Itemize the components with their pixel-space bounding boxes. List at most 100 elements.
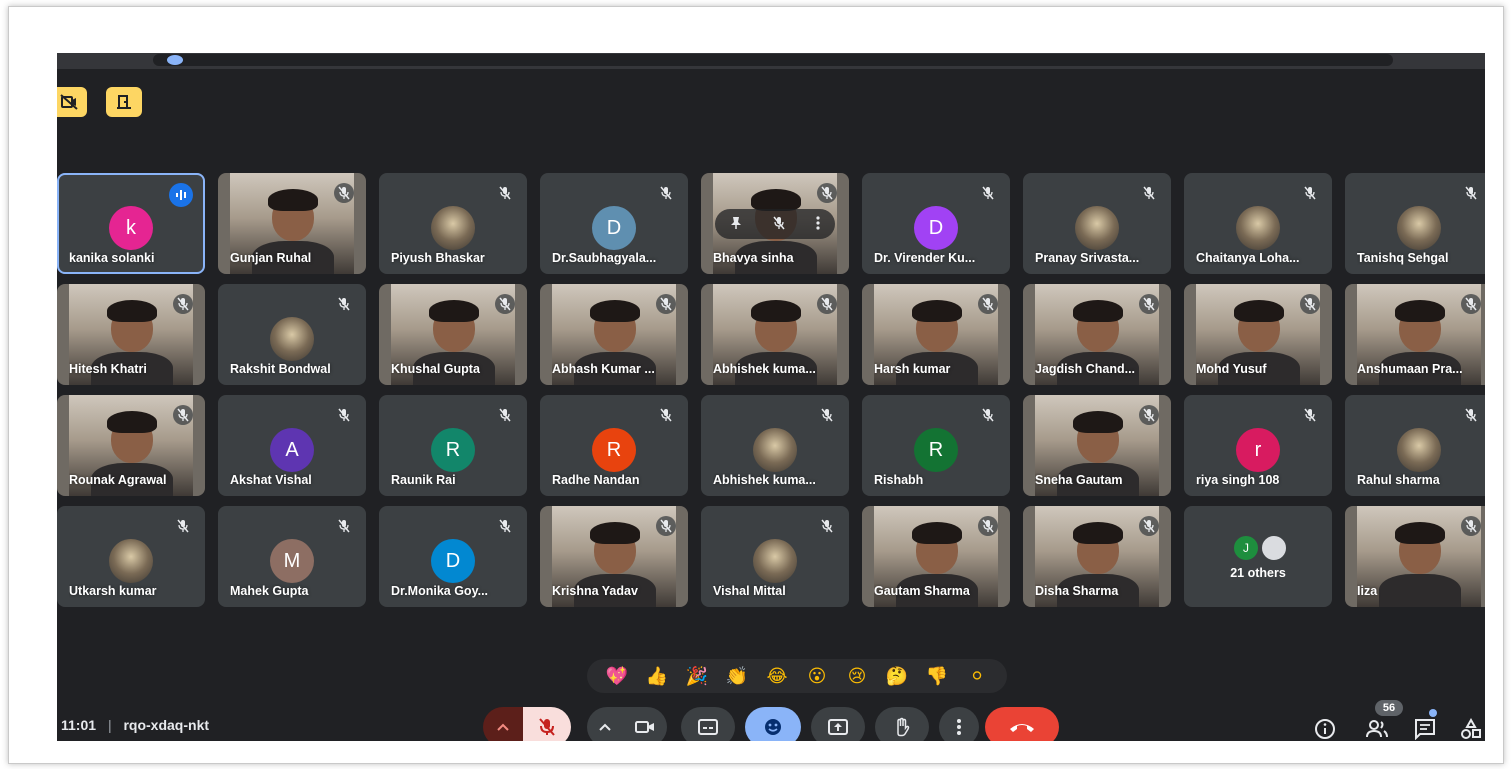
mic-off-icon [660, 297, 672, 311]
others-tile[interactable]: J 21 others [1184, 506, 1332, 607]
participant-tile[interactable]: Pranay Srivasta... [1023, 173, 1171, 274]
chat-notification-dot [1429, 709, 1437, 717]
participant-tile[interactable]: Gunjan Ruhal [218, 173, 366, 274]
participant-tile[interactable]: Abhash Kumar ... [540, 284, 688, 385]
person-hair [107, 300, 157, 322]
participant-tile[interactable]: Sneha Gautam [1023, 395, 1171, 496]
more-options-button[interactable] [939, 707, 979, 741]
participant-tile[interactable]: D Dr.Monika Goy... [379, 506, 527, 607]
avatar-photo [1397, 206, 1441, 250]
activities-button[interactable] [1455, 713, 1485, 741]
participant-tile[interactable]: R Radhe Nandan [540, 395, 688, 496]
camera-off-notice-button[interactable] [57, 87, 87, 117]
raise-hand-button[interactable] [875, 707, 929, 741]
participant-name: Vishal Mittal [713, 584, 786, 598]
send-reaction-button[interactable] [745, 707, 801, 741]
participant-tile[interactable]: Mohd Yusuf [1184, 284, 1332, 385]
participant-tile[interactable]: Anshumaan Pra... [1345, 284, 1485, 385]
person-hair [1073, 300, 1123, 322]
chat-button[interactable] [1409, 713, 1441, 741]
mic-muted-indicator [334, 294, 354, 314]
mic-off-icon [982, 408, 994, 422]
participant-tile[interactable]: A Akshat Vishal [218, 395, 366, 496]
present-now-button[interactable] [811, 707, 865, 741]
mic-off-icon [177, 408, 189, 422]
emoji-icon [765, 719, 781, 735]
participant-tile[interactable]: Piyush Bhaskar [379, 173, 527, 274]
avatar-initial: k [109, 206, 153, 250]
reaction-emoji[interactable]: ⚪ [964, 663, 990, 689]
mic-options-button[interactable] [483, 707, 523, 741]
camera-off-icon [60, 94, 78, 110]
pin-icon[interactable] [730, 216, 742, 233]
participant-tile[interactable]: Utkarsh kumar [57, 506, 205, 607]
chevron-up-icon [497, 723, 509, 731]
participant-tile[interactable]: Jagdish Chand... [1023, 284, 1171, 385]
microphone-button[interactable] [523, 707, 571, 741]
reaction-emoji[interactable]: 👍 [644, 663, 670, 689]
mic-off-icon [982, 186, 994, 200]
show-everyone-button[interactable] [1361, 713, 1393, 741]
reaction-emoji[interactable]: 👏 [724, 663, 750, 689]
participant-tile[interactable]: D Dr.Saubhagyala... [540, 173, 688, 274]
mic-muted-indicator [1461, 294, 1481, 314]
site-icon [167, 55, 183, 65]
mic-off-icon [1465, 186, 1477, 200]
participant-tile[interactable]: Harsh kumar [862, 284, 1010, 385]
reaction-emoji[interactable]: 🎉 [684, 663, 710, 689]
mic-off-icon [1304, 297, 1316, 311]
reaction-emoji[interactable]: 🤔 [884, 663, 910, 689]
camera-options-button[interactable] [587, 707, 623, 741]
participant-name: Jagdish Chand... [1035, 362, 1136, 376]
participant-tile[interactable]: Tanishq Sehgal [1345, 173, 1485, 274]
avatar-photo [109, 539, 153, 583]
participant-tile[interactable]: Bhavya sinha [701, 173, 849, 274]
participant-tile[interactable]: M Mahek Gupta [218, 506, 366, 607]
reaction-emoji[interactable]: 😂 [764, 663, 790, 689]
participant-name: Pranay Srivasta... [1035, 251, 1140, 265]
participant-tile[interactable]: Krishna Yadav [540, 506, 688, 607]
participant-tile[interactable]: Disha Sharma [1023, 506, 1171, 607]
participant-tile[interactable]: Vishal Mittal [701, 506, 849, 607]
participant-tile[interactable]: Abhishek kuma... [701, 284, 849, 385]
participant-name: Chaitanya Loha... [1196, 251, 1300, 265]
participant-tile[interactable]: R Rishabh [862, 395, 1010, 496]
reaction-emoji[interactable]: 👎 [924, 663, 950, 689]
captions-button[interactable] [681, 707, 735, 741]
participant-tile[interactable]: r riya singh 108 [1184, 395, 1332, 496]
participant-tile[interactable]: Gautam Sharma [862, 506, 1010, 607]
reaction-emoji[interactable]: 😮 [804, 663, 830, 689]
avatar-initial: D [431, 539, 475, 583]
camera-button[interactable] [623, 707, 667, 741]
mic-muted-indicator [817, 294, 837, 314]
meeting-details-button[interactable] [1309, 713, 1341, 741]
participant-tile[interactable]: Chaitanya Loha... [1184, 173, 1332, 274]
tile-more-icon[interactable] [816, 215, 820, 233]
participant-tile[interactable]: R Raunik Rai [379, 395, 527, 496]
participant-tile[interactable]: Abhishek kuma... [701, 395, 849, 496]
mic-off-icon [1143, 297, 1155, 311]
person-hair [1395, 522, 1445, 544]
participant-name: Mahek Gupta [230, 584, 309, 598]
reaction-emoji[interactable]: 😢 [844, 663, 870, 689]
reaction-emoji[interactable]: 💖 [604, 663, 630, 689]
url-bar[interactable] [153, 54, 1393, 66]
participant-tile[interactable]: D Dr. Virender Ku... [862, 173, 1010, 274]
participant-tile[interactable]: Iiza [1345, 506, 1485, 607]
avatar-initial: D [914, 206, 958, 250]
room-button[interactable] [106, 87, 142, 117]
mute-participant-icon[interactable] [773, 216, 785, 233]
person-hair [107, 411, 157, 433]
participant-tile[interactable]: Rakshit Bondwal [218, 284, 366, 385]
leave-call-button[interactable] [985, 707, 1059, 741]
participant-tile[interactable]: Hitesh Khatri [57, 284, 205, 385]
meeting-details: 11:01 | rqo-xdaq-nkt [61, 717, 209, 733]
mic-off-icon [1304, 186, 1316, 200]
participant-tile[interactable]: k kanika solanki [57, 173, 205, 274]
mic-off-icon [1143, 519, 1155, 533]
google-meet-window: k kanika solanki Gunjan Ruhal Piyush Bhaska… [57, 53, 1485, 741]
participant-tile[interactable]: Rounak Agrawal [57, 395, 205, 496]
participant-tile[interactable]: Khushal Gupta [379, 284, 527, 385]
participant-tile[interactable]: Rahul sharma [1345, 395, 1485, 496]
mic-off-icon [177, 297, 189, 311]
